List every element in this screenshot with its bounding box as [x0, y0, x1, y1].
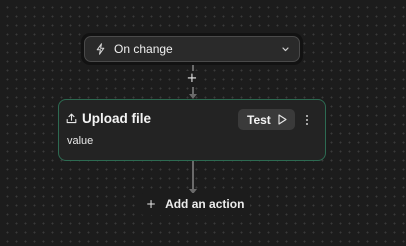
trigger-label: On change — [114, 42, 173, 56]
plus-icon: + — [146, 197, 157, 211]
play-icon — [278, 114, 287, 125]
action-card-header: Upload file — [66, 111, 151, 126]
add-action-button[interactable]: + Add an action — [140, 193, 251, 215]
test-button[interactable]: Test — [238, 109, 295, 130]
upload-icon — [66, 113, 77, 124]
chevron-down-icon — [282, 46, 290, 52]
action-card-upload-file[interactable]: Upload file Test value — [58, 99, 326, 161]
insert-step-button[interactable]: + — [184, 71, 200, 87]
action-value: value — [67, 135, 94, 147]
more-options-icon[interactable] — [302, 112, 312, 128]
connector-line — [192, 160, 194, 191]
add-action-label: Add an action — [165, 197, 245, 211]
test-button-label: Test — [247, 112, 271, 127]
trigger-select[interactable]: On change — [84, 36, 300, 62]
workflow-canvas[interactable]: + On change Upload file Test value + Add… — [0, 0, 406, 246]
action-title: Upload file — [82, 111, 152, 126]
bolt-icon — [95, 43, 105, 55]
trigger-node: On change — [81, 33, 303, 65]
